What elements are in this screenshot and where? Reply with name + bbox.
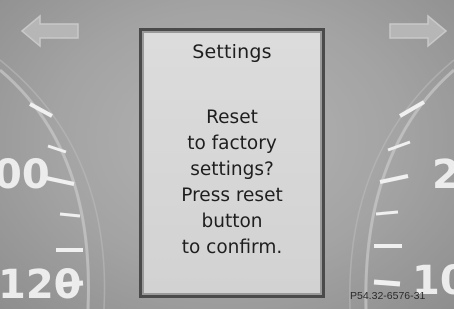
message-line: to factory: [187, 133, 277, 154]
settings-dialog: Settings Reset to factory settings? Pres…: [139, 28, 325, 298]
message-line: Reset: [206, 107, 258, 128]
arrow-left-icon: [20, 14, 79, 48]
right-tick: [398, 100, 426, 118]
left-tick: [45, 176, 75, 186]
right-tick: [373, 279, 401, 287]
message-line: settings?: [190, 159, 274, 180]
left-tick: [47, 144, 67, 154]
arrow-right-icon: [389, 14, 448, 48]
message-line: to confirm.: [181, 237, 283, 258]
speedometer-label-lower: 120: [0, 262, 82, 308]
dialog-message: Reset to factory settings? Press reset b…: [142, 105, 322, 261]
figure-reference: P54.32-6576-31: [350, 290, 426, 302]
instrument-cluster-display: 00 120 2 10 Settings Reset to factory se…: [0, 0, 454, 309]
tachometer-label-upper: 2: [432, 152, 454, 198]
left-tick: [59, 212, 81, 218]
message-line: Press reset: [181, 185, 283, 206]
right-tick: [375, 210, 399, 216]
message-line: button: [201, 211, 263, 232]
speedometer-label-upper: 00: [0, 152, 50, 198]
dialog-title: Settings: [192, 41, 272, 63]
